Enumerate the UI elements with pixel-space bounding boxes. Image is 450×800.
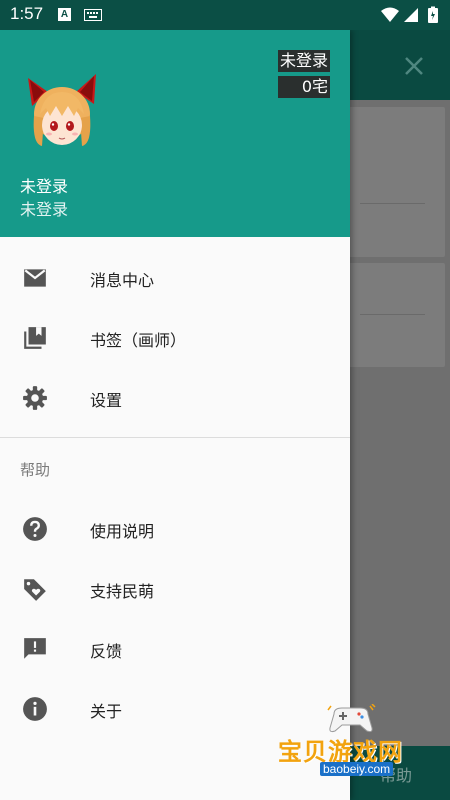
avatar[interactable] <box>20 68 104 152</box>
status-bar: 1:57 A <box>0 0 450 30</box>
menu-item-label: 反馈 <box>90 642 123 661</box>
coin-count-badge: 0宅 <box>278 76 330 98</box>
user-name[interactable]: 未登录 <box>20 173 68 197</box>
close-icon[interactable] <box>400 52 428 80</box>
background-card[interactable] <box>345 107 445 257</box>
menu-item-support[interactable]: 支持民萌 <box>0 558 350 618</box>
menu-item-label: 设置 <box>90 391 123 410</box>
menu-item-bookmarks[interactable]: 书签（画师） <box>0 307 350 367</box>
help-circle-icon <box>23 517 47 541</box>
info-icon <box>23 697 47 721</box>
watermark-url: baobeiy.com <box>320 762 394 776</box>
watermark: 宝贝游戏网 baobeiy.com <box>270 700 420 790</box>
divider <box>0 437 350 438</box>
menu-item-label: 消息中心 <box>90 271 155 290</box>
menu-item-label: 关于 <box>90 702 123 721</box>
background-card[interactable] <box>345 263 445 367</box>
bookmarks-icon <box>24 327 46 349</box>
a-box-icon: A <box>58 8 71 21</box>
tag-heart-icon <box>24 579 46 601</box>
status-time: 1:57 <box>10 4 44 23</box>
drawer-header: 未登录 未登录 未登录 0宅 <box>0 30 350 237</box>
menu-item-settings[interactable]: 设置 <box>0 367 350 427</box>
status-icons <box>381 6 438 23</box>
menu-item-feedback[interactable]: 反馈 <box>0 618 350 678</box>
mail-icon <box>24 269 46 287</box>
user-subtitle: 未登录 <box>20 200 69 219</box>
gear-icon <box>23 386 47 410</box>
menu-item-instructions[interactable]: 使用说明 <box>0 498 350 558</box>
login-status-badge: 未登录 <box>277 50 330 72</box>
help-section-title: 帮助 <box>20 461 51 479</box>
feedback-icon <box>24 638 46 659</box>
wifi-icon <box>381 7 399 22</box>
gamepad-icon <box>327 704 376 733</box>
signal-icon <box>404 8 418 22</box>
menu-item-label: 使用说明 <box>90 522 155 541</box>
navigation-drawer: 未登录 未登录 未登录 0宅 消息中心 书签（画师） 设置 帮助 使用说明 支持… <box>0 30 350 800</box>
menu-item-label: 支持民萌 <box>90 582 155 601</box>
keyboard-icon <box>84 9 102 21</box>
menu-item-messages[interactable]: 消息中心 <box>0 247 350 307</box>
menu-item-label: 书签（画师） <box>90 331 187 350</box>
